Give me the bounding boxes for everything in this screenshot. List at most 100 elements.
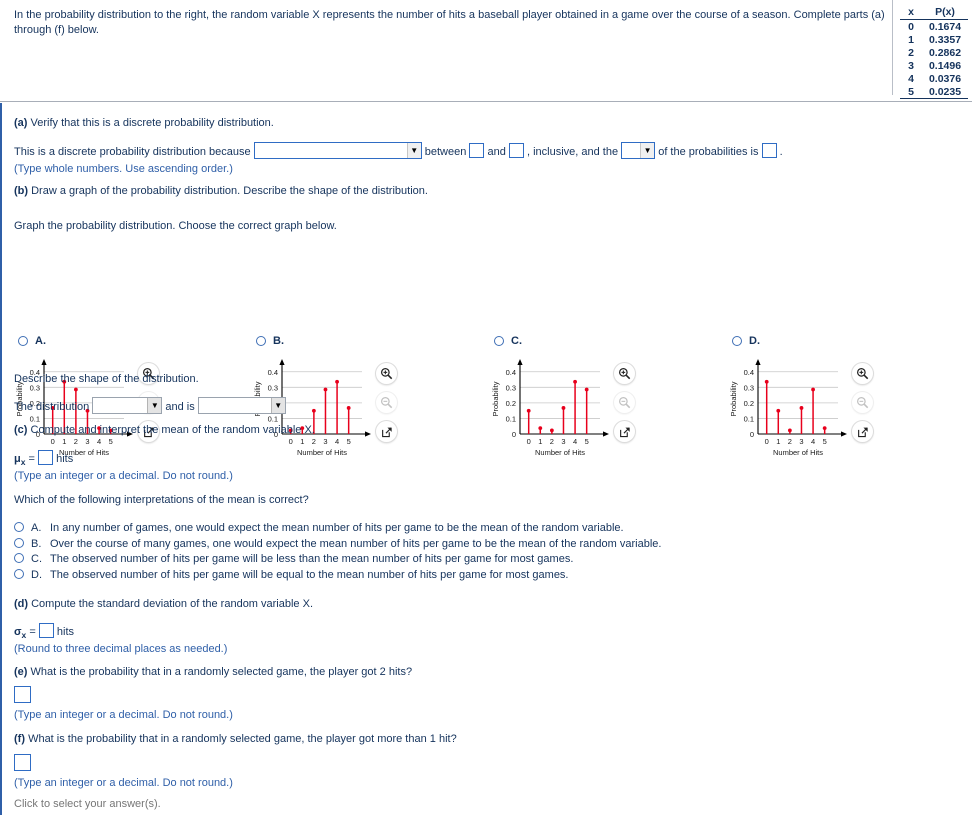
choice-text: Over the course of many games, one would… bbox=[50, 537, 662, 550]
shape-sentence-2: and is bbox=[165, 401, 195, 413]
part-a-note: (Type whole numbers. Use ascending order… bbox=[14, 163, 233, 175]
svg-text:0.1: 0.1 bbox=[744, 414, 754, 423]
part-a-input-upper[interactable] bbox=[508, 143, 524, 158]
mean-choice-d[interactable]: D. The observed number of hits per game w… bbox=[14, 568, 661, 581]
graph-option-d[interactable]: D. 0 0.1 0.2 0.3 0.4 0 1 2 3 4 5 Number of Hits Proba… bbox=[728, 335, 958, 461]
part-a-sentence-2: between bbox=[424, 146, 467, 158]
svg-text:3: 3 bbox=[323, 437, 327, 446]
svg-text:Number of Hits: Number of Hits bbox=[297, 448, 347, 456]
radio-button[interactable] bbox=[14, 568, 24, 579]
chevron-down-icon[interactable]: ▼ bbox=[270, 398, 285, 413]
graph-option-c[interactable]: C. 0 0.1 0.2 0.3 0.4 0 1 2 3 4 5 Number of Hits Proba… bbox=[490, 335, 720, 461]
part-e-answer-wrap bbox=[14, 686, 31, 703]
mean-input[interactable] bbox=[38, 450, 54, 465]
graph-option-body: 00.10.20.30.4012345Number of HitsProbabi… bbox=[490, 356, 720, 461]
graph-option-b[interactable]: B.00.10.20.30.4012345Number of HitsProba… bbox=[252, 335, 482, 461]
mean-equals: = bbox=[28, 453, 35, 465]
footer-hint: Click to select your answer(s). bbox=[14, 798, 161, 810]
sd-input[interactable] bbox=[38, 623, 54, 638]
chevron-down-icon[interactable]: ▼ bbox=[147, 398, 162, 413]
zoom-out-icon[interactable] bbox=[614, 392, 635, 413]
mean-choice-c[interactable]: C. The observed number of hits per game w… bbox=[14, 553, 661, 565]
svg-text:0.4: 0.4 bbox=[506, 368, 516, 377]
part-a-input-lower[interactable] bbox=[469, 143, 485, 158]
table-row: 1 0.3357 bbox=[900, 33, 968, 46]
mean-unit: hits bbox=[56, 453, 74, 465]
cell-x: 3 bbox=[908, 59, 914, 72]
part-f-prompt: (f) What is the probability that in a ra… bbox=[14, 732, 457, 746]
table-row: 4 0.0376 bbox=[900, 72, 968, 85]
svg-text:5: 5 bbox=[109, 437, 113, 446]
part-a-sentence-3: and bbox=[487, 146, 506, 158]
graph-option-body: 00.10.20.30.4012345Number of HitsProbabi… bbox=[728, 356, 958, 461]
part-e-input[interactable] bbox=[14, 686, 31, 703]
radio-button[interactable] bbox=[494, 336, 504, 346]
radio-button[interactable] bbox=[256, 336, 266, 346]
graph-option-header[interactable]: C. bbox=[494, 335, 720, 347]
choice-letter: C. bbox=[31, 553, 42, 565]
svg-text:1: 1 bbox=[300, 437, 304, 446]
zoom-in-icon[interactable] bbox=[376, 363, 397, 384]
popout-icon[interactable] bbox=[614, 421, 635, 442]
svg-text:0.2: 0.2 bbox=[506, 399, 516, 408]
part-a-input-sum[interactable] bbox=[761, 143, 777, 158]
sd-equals: = bbox=[29, 626, 36, 638]
popout-icon[interactable] bbox=[376, 421, 397, 442]
shape-dropdown-1[interactable]: ▼ bbox=[92, 397, 163, 414]
part-b-prompt: (b) Draw a graph of the probability dist… bbox=[14, 184, 428, 198]
radio-button[interactable] bbox=[18, 336, 28, 346]
mean-choice-b[interactable]: B. Over the course of many games, one wou… bbox=[14, 537, 662, 550]
svg-text:2: 2 bbox=[788, 437, 792, 446]
part-a-prompt: (a) Verify that this is a discrete proba… bbox=[14, 116, 274, 130]
radio-button[interactable] bbox=[732, 336, 742, 346]
svg-text:0.3: 0.3 bbox=[744, 383, 754, 392]
sigma-subscript: x bbox=[21, 630, 27, 641]
part-c-text: Compute and interpret the mean of the ra… bbox=[30, 424, 315, 436]
svg-text:0: 0 bbox=[512, 430, 516, 439]
cell-x: 5 bbox=[900, 85, 922, 99]
part-b-instruction: Graph the probability distribution. Choo… bbox=[14, 220, 337, 232]
radio-button[interactable] bbox=[14, 537, 24, 548]
svg-text:0.4: 0.4 bbox=[268, 368, 278, 377]
zoom-out-icon[interactable] bbox=[376, 392, 397, 413]
graph-option-header[interactable]: B. bbox=[256, 335, 482, 347]
popout-icon[interactable] bbox=[852, 421, 873, 442]
part-f-input[interactable] bbox=[14, 754, 31, 771]
part-c-note: (Type an integer or a decimal. Do not ro… bbox=[14, 470, 233, 482]
table-header-row: x P(x) bbox=[900, 6, 968, 20]
panel-divider bbox=[892, 0, 893, 95]
chevron-down-icon[interactable]: ▼ bbox=[406, 143, 421, 158]
choice-letter: A. bbox=[31, 522, 42, 534]
part-a-label: (a) bbox=[14, 117, 28, 129]
mu-symbol: μx bbox=[14, 453, 26, 468]
part-f-text: What is the probability that in a random… bbox=[28, 733, 457, 745]
radio-button[interactable] bbox=[14, 553, 24, 563]
graph-option-label: C. bbox=[511, 335, 522, 347]
cell-px: 0.1496 bbox=[928, 59, 962, 72]
table-row: 5 0.0235 bbox=[900, 85, 968, 99]
table-row: 3 0.1496 bbox=[900, 59, 968, 72]
zoom-out-icon[interactable] bbox=[852, 392, 873, 413]
zoom-in-icon[interactable] bbox=[852, 363, 873, 384]
svg-text:0: 0 bbox=[289, 437, 293, 446]
mean-choices-group: A. In any number of games, one would expe… bbox=[14, 522, 661, 584]
part-d-prompt: (d) Compute the standard deviation of th… bbox=[14, 597, 313, 611]
chevron-down-icon[interactable]: ▼ bbox=[640, 143, 655, 158]
graph-option-header[interactable]: D. bbox=[732, 335, 958, 347]
probability-distribution-table: x P(x) 0 0.1674 1 0.3357 2 0.2862 3 0.1496 4 0.03… bbox=[900, 6, 968, 99]
radio-button[interactable] bbox=[14, 522, 24, 532]
mean-answer-row: μx = hits bbox=[14, 450, 73, 469]
svg-text:0.1: 0.1 bbox=[506, 414, 516, 423]
part-a-dropdown-reason[interactable]: ▼ bbox=[253, 142, 422, 159]
svg-text:2: 2 bbox=[550, 437, 554, 446]
part-a-dropdown-aggregate[interactable]: ▼ bbox=[621, 142, 656, 159]
part-c-prompt: (c) Compute and interpret the mean of th… bbox=[14, 423, 315, 437]
shape-dropdown-2[interactable]: ▼ bbox=[197, 397, 286, 414]
zoom-in-icon[interactable] bbox=[614, 363, 635, 384]
cell-x: 0 bbox=[908, 20, 914, 33]
svg-text:Probability: Probability bbox=[729, 381, 738, 416]
cell-x: 1 bbox=[908, 33, 914, 46]
svg-text:3: 3 bbox=[799, 437, 803, 446]
mean-choice-a[interactable]: A. In any number of games, one would expe… bbox=[14, 522, 661, 534]
graph-option-header[interactable]: A. bbox=[18, 335, 244, 347]
